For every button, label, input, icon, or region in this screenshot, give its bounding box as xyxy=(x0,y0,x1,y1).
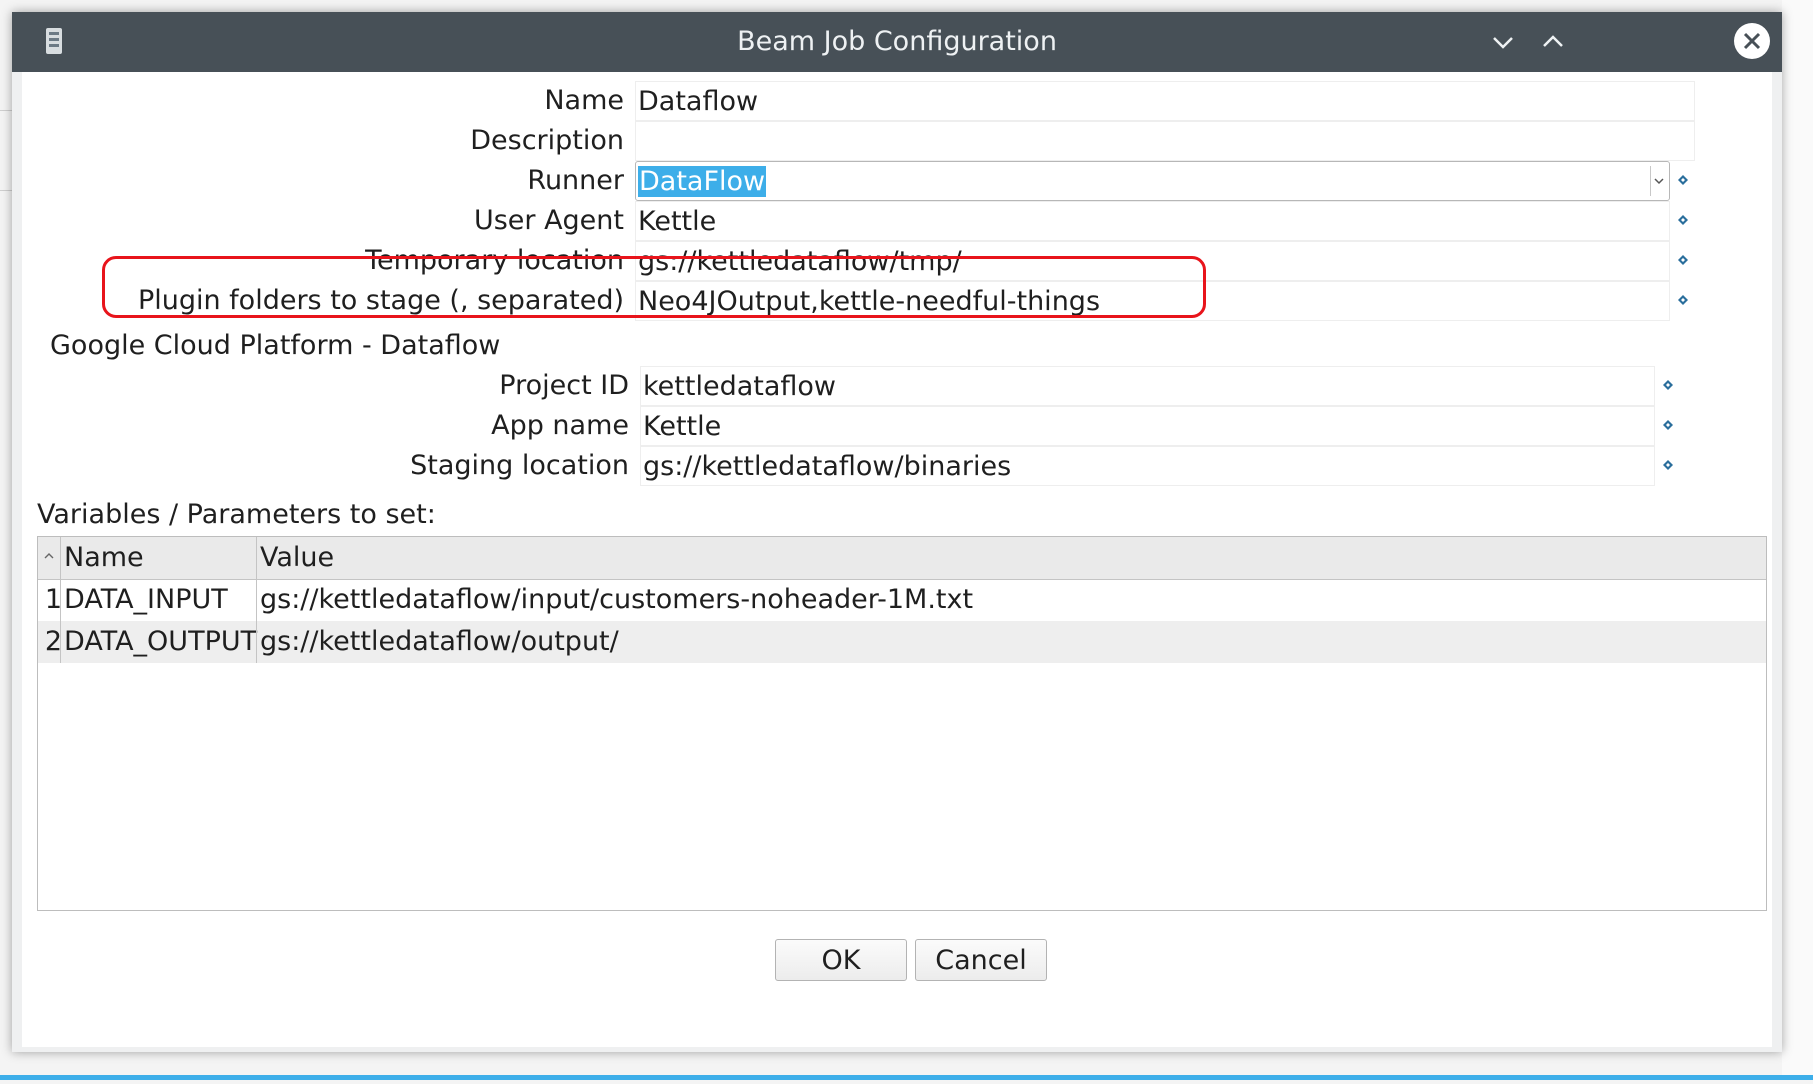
param-value-cell[interactable]: gs://kettledataflow/output/ xyxy=(260,621,619,663)
param-name-cell[interactable]: DATA_OUTPUT xyxy=(64,621,257,663)
variable-diamond-icon[interactable] xyxy=(1678,255,1688,265)
app-name-field[interactable]: Kettle xyxy=(640,406,1655,446)
row-number: 2 xyxy=(44,626,62,657)
runner-label: Runner xyxy=(527,165,624,196)
cancel-button[interactable]: Cancel xyxy=(915,939,1047,981)
user-agent-label: User Agent xyxy=(473,205,624,236)
row-number: 1 xyxy=(44,584,62,615)
param-value-cell[interactable]: gs://kettledataflow/input/customers-nohe… xyxy=(260,579,973,621)
param-name-cell[interactable]: DATA_INPUT xyxy=(64,579,228,621)
runner-selected-value: DataFlow xyxy=(638,166,767,197)
variable-diamond-icon[interactable] xyxy=(1678,295,1688,305)
variable-diamond-icon[interactable] xyxy=(1663,380,1673,390)
parameters-label: Variables / Parameters to set: xyxy=(37,499,436,530)
table-row[interactable]: 2 DATA_OUTPUT gs://kettledataflow/output… xyxy=(38,621,1766,663)
user-agent-field[interactable]: Kettle xyxy=(635,201,1670,241)
close-button[interactable] xyxy=(1733,22,1771,60)
name-field[interactable]: Dataflow xyxy=(635,81,1695,121)
maximize-button[interactable] xyxy=(1537,26,1569,58)
project-id-field[interactable]: kettledataflow xyxy=(640,366,1655,406)
annotation-highlight-box xyxy=(102,256,1206,318)
dialog-content: Name Dataflow Description Runner DataFlo… xyxy=(22,72,1772,1047)
runner-select[interactable]: DataFlow xyxy=(635,161,1670,201)
minimize-button[interactable] xyxy=(1487,26,1519,58)
column-separator xyxy=(256,579,257,621)
staging-location-label: Staging location xyxy=(410,450,629,481)
project-id-label: Project ID xyxy=(499,370,629,401)
beam-job-config-dialog: Beam Job Configuration Name Dataflow Des… xyxy=(12,12,1782,1052)
gcp-section-title: Google Cloud Platform - Dataflow xyxy=(50,330,501,361)
name-label: Name xyxy=(544,85,624,116)
ok-button[interactable]: OK xyxy=(775,939,907,981)
app-name-label: App name xyxy=(491,410,629,441)
column-header-name[interactable]: Name xyxy=(64,537,144,579)
column-separator xyxy=(60,621,61,663)
column-header-value[interactable]: Value xyxy=(260,537,334,579)
table-header: Name Value xyxy=(38,537,1766,580)
parameters-table: Name Value 1 DATA_INPUT gs://kettledataf… xyxy=(37,536,1767,911)
title-bar[interactable]: Beam Job Configuration xyxy=(12,12,1782,72)
variable-diamond-icon[interactable] xyxy=(1663,460,1673,470)
column-separator xyxy=(60,579,61,621)
sort-up-icon[interactable] xyxy=(42,549,56,563)
chevron-down-icon[interactable] xyxy=(1650,166,1667,196)
background-accent-bar xyxy=(0,1075,1813,1080)
variable-diamond-icon[interactable] xyxy=(1663,420,1673,430)
column-separator xyxy=(256,537,257,579)
variable-diamond-icon[interactable] xyxy=(1678,175,1688,185)
variable-diamond-icon[interactable] xyxy=(1678,215,1688,225)
column-separator xyxy=(256,621,257,663)
staging-location-field[interactable]: gs://kettledataflow/binaries xyxy=(640,446,1655,486)
description-label: Description xyxy=(470,125,624,156)
background-app xyxy=(1782,0,1813,1075)
description-field[interactable] xyxy=(635,121,1695,161)
column-separator xyxy=(60,537,61,579)
table-row[interactable]: 1 DATA_INPUT gs://kettledataflow/input/c… xyxy=(38,579,1766,621)
